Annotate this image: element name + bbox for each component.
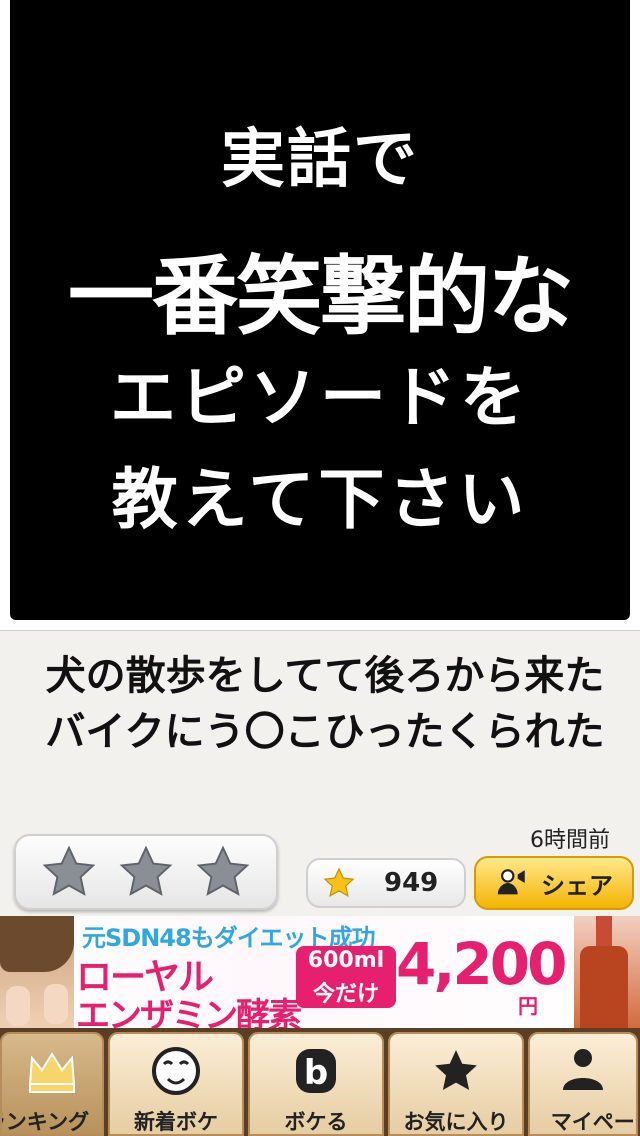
star-icon bbox=[42, 845, 96, 896]
crown-icon bbox=[28, 1052, 76, 1093]
post-caption: 犬の散歩をしてて後ろから来たバイクにう〇こひったくられた bbox=[45, 653, 605, 755]
face-icon bbox=[152, 1047, 200, 1095]
tab-mypage[interactable]: マイページ bbox=[528, 1032, 638, 1136]
ad-offer-tag: 600ml 今だけ bbox=[296, 946, 396, 1008]
rate-star-1[interactable] bbox=[39, 842, 99, 902]
ad-title-line-2: エンザミン酵素 bbox=[76, 996, 302, 1028]
ad-product-image bbox=[574, 916, 640, 1028]
rating-box bbox=[14, 834, 278, 910]
tab-boke[interactable]: b ボケる bbox=[248, 1032, 384, 1136]
share-person-icon bbox=[497, 869, 525, 895]
ad-tag-line-2: 今だけ bbox=[312, 982, 379, 1007]
star-icon bbox=[435, 1050, 477, 1090]
post-image[interactable]: 実話で 一番笑撃的な エピソードを 教えて下さい bbox=[10, 0, 630, 620]
tab-ranking[interactable]: ランキング bbox=[0, 1032, 104, 1136]
ad-tag-line-1: 600ml bbox=[307, 948, 385, 973]
ad-yen: 円 bbox=[518, 994, 538, 1018]
ad-model-image bbox=[0, 916, 74, 1028]
b-icon: b bbox=[296, 1049, 336, 1093]
tab-label: お気に入り bbox=[403, 1110, 509, 1134]
star-icon bbox=[119, 845, 173, 896]
tab-label: マイページ bbox=[550, 1110, 636, 1134]
image-text-line-1: 実話で bbox=[221, 123, 419, 197]
tab-new-boke[interactable]: 新着ボケ bbox=[108, 1032, 244, 1136]
star-count: 949 bbox=[384, 868, 439, 898]
post-timestamp: 6時間前 bbox=[530, 828, 610, 853]
post-image-card: 実話で 一番笑撃的な エピソードを 教えて下さい bbox=[0, 0, 640, 631]
share-button[interactable]: シェア bbox=[474, 856, 634, 910]
rate-star-2[interactable] bbox=[116, 842, 176, 902]
tab-label: ボケる bbox=[284, 1110, 348, 1134]
image-text-line-3: エピソードを bbox=[110, 359, 530, 436]
tab-label: ランキング bbox=[2, 1110, 90, 1134]
rate-star-3[interactable] bbox=[193, 842, 253, 902]
tab-favorites[interactable]: お気に入り bbox=[388, 1032, 524, 1136]
ad-price: 4,200 bbox=[396, 930, 567, 998]
svg-text:b: b bbox=[304, 1053, 328, 1093]
person-icon bbox=[563, 1049, 603, 1090]
image-text-line-4: 教えて下さい bbox=[111, 461, 529, 538]
tab-label: 新着ボケ bbox=[134, 1110, 218, 1134]
share-label: シェア bbox=[541, 871, 613, 900]
image-text-line-2: 一番笑撃的な bbox=[68, 247, 574, 347]
star-count-badge[interactable]: 949 bbox=[306, 858, 466, 908]
gold-star-icon bbox=[323, 867, 355, 897]
star-icon bbox=[196, 845, 250, 896]
tab-bar: ランキング 新着ボケ b ボケる お気に入り マイページ bbox=[0, 1028, 640, 1136]
